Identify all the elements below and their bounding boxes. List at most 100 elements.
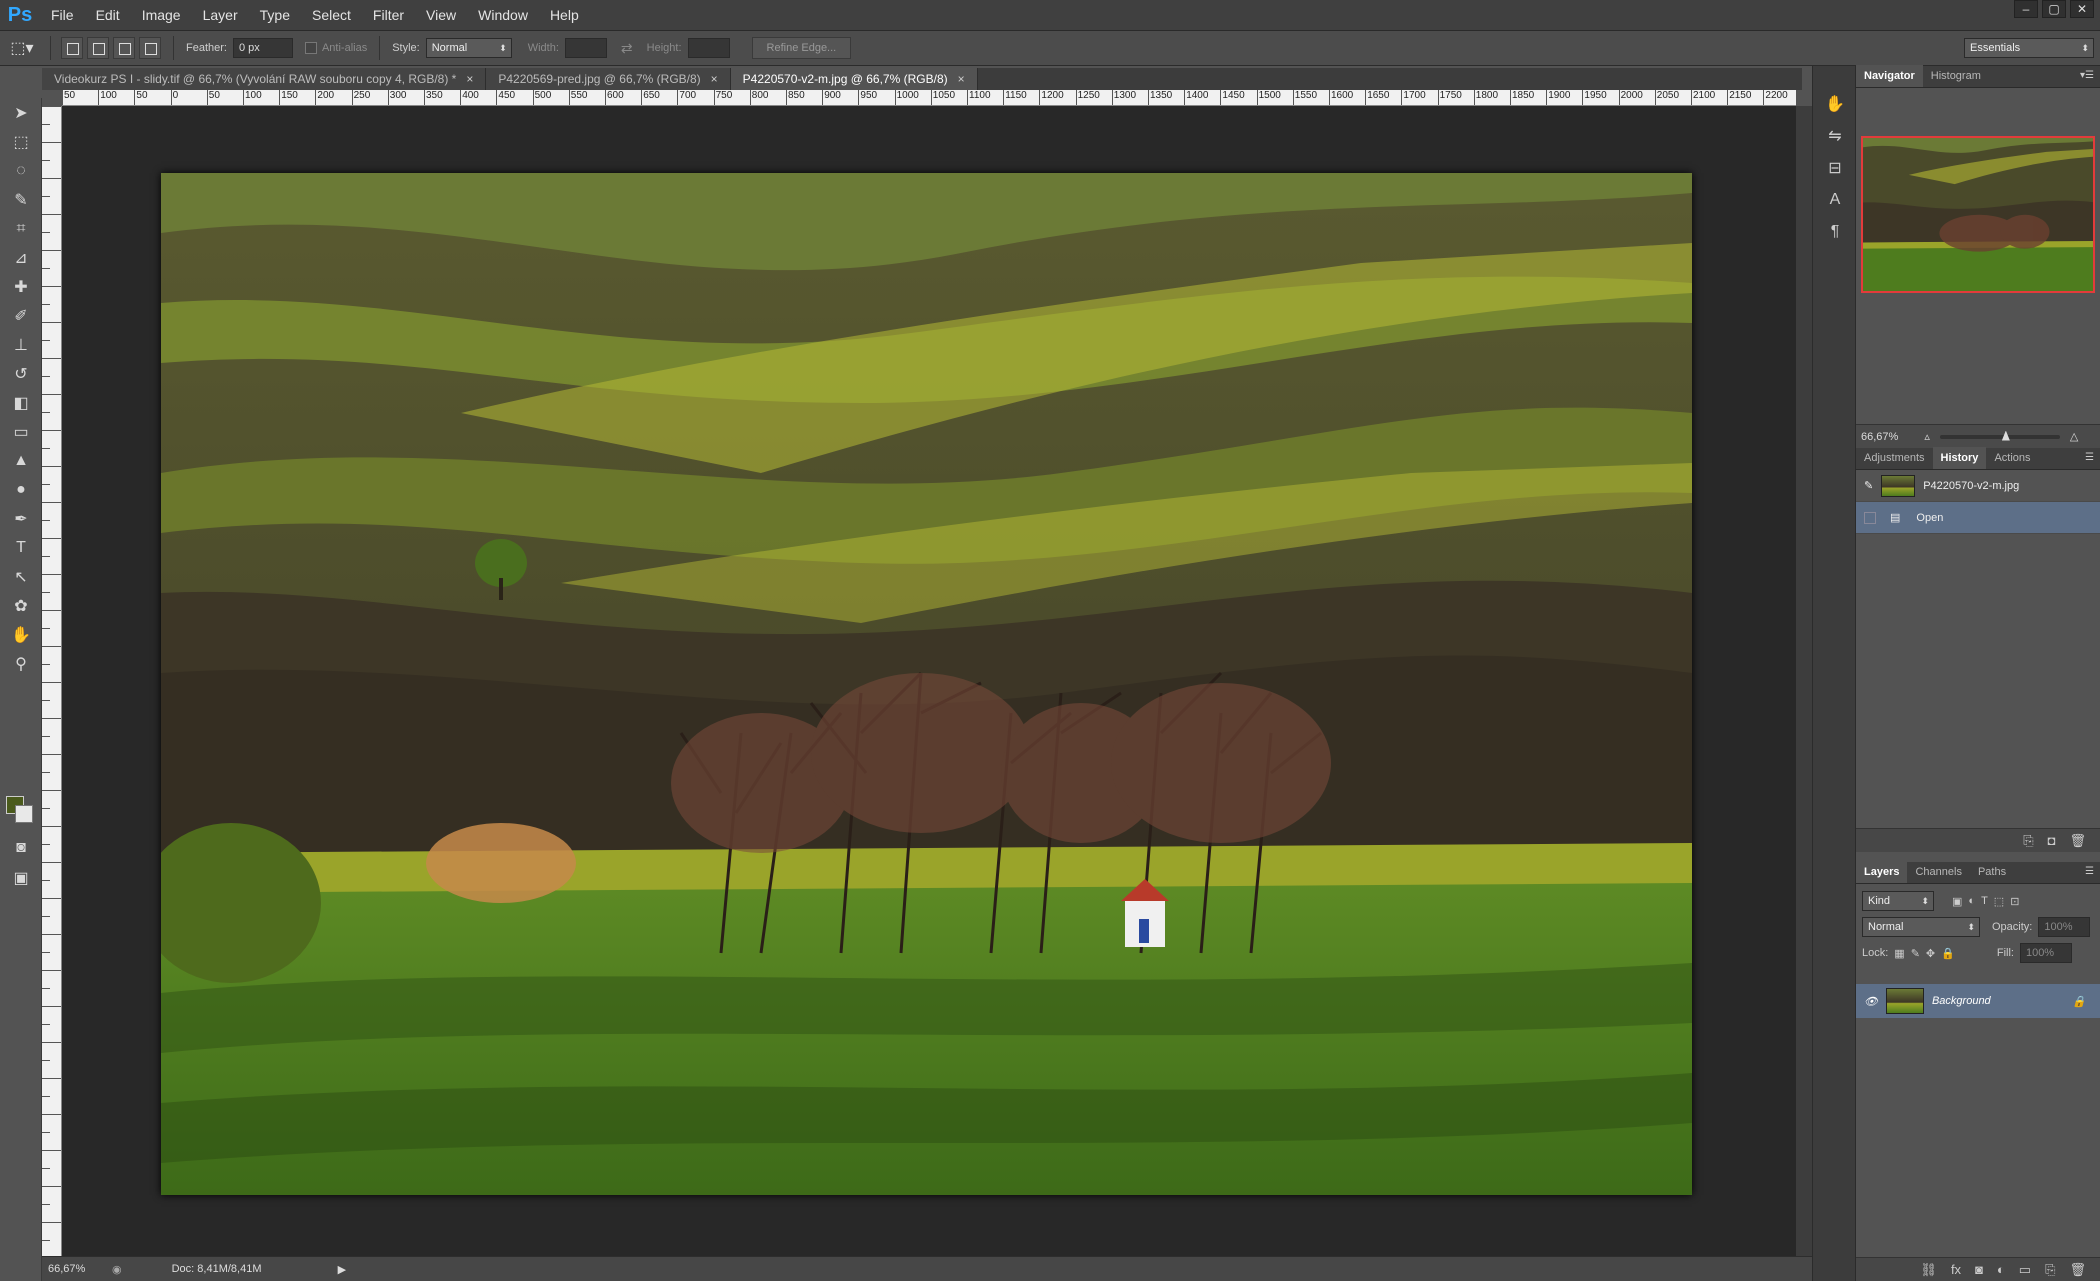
filter-adjustment-icon[interactable]: ◐ bbox=[1968, 895, 1975, 907]
style-select[interactable]: Normal bbox=[425, 38, 512, 58]
new-layer-icon[interactable]: ⎘ bbox=[2045, 1262, 2055, 1278]
document-image[interactable] bbox=[161, 173, 1692, 1195]
zoom-in-icon[interactable]: △ bbox=[2070, 430, 2078, 443]
healing-brush-icon[interactable]: ✚ bbox=[0, 272, 42, 301]
adjustment-layer-icon[interactable]: ◐ bbox=[1997, 1262, 2005, 1277]
opacity-input[interactable]: 100% bbox=[2038, 917, 2091, 937]
gradient-tool-icon[interactable]: ▭ bbox=[0, 417, 42, 446]
path-selection-icon[interactable]: ↖ bbox=[0, 562, 42, 591]
eraser-icon[interactable]: ◧ bbox=[0, 388, 42, 417]
new-document-from-state-icon[interactable]: ⎘ bbox=[2023, 833, 2033, 849]
tab-channels[interactable]: Channels bbox=[1907, 861, 1969, 883]
close-button[interactable]: ✕ bbox=[2070, 0, 2094, 18]
tab-history[interactable]: History bbox=[1932, 447, 1987, 469]
height-input[interactable] bbox=[687, 38, 730, 58]
quick-selection-icon[interactable]: ✎ bbox=[0, 185, 42, 214]
link-layers-icon[interactable]: ⛓ bbox=[1920, 1262, 1937, 1278]
navigator-zoom-value[interactable]: 66,67% bbox=[1861, 431, 1898, 443]
menu-edit[interactable]: Edit bbox=[85, 0, 131, 31]
hand-tool-icon[interactable]: ✋ bbox=[0, 620, 42, 649]
snapshot-camera-icon[interactable]: ◘ bbox=[2048, 833, 2056, 848]
tab-layers[interactable]: Layers bbox=[1856, 861, 1908, 883]
delete-layer-icon[interactable]: 🗑 bbox=[2069, 1262, 2086, 1278]
panel-menu-icon[interactable]: ▾☰ bbox=[2080, 70, 2094, 81]
vertical-scrollbar[interactable] bbox=[1796, 106, 1812, 1256]
layer-filter-kind[interactable]: Kind bbox=[1862, 891, 1934, 911]
filter-smart-object-icon[interactable]: ⊡ bbox=[2010, 895, 2019, 908]
lasso-tool-icon[interactable]: ◌ bbox=[0, 156, 42, 185]
lock-all-icon[interactable]: 🔒 bbox=[1941, 947, 1955, 960]
delete-state-icon[interactable]: 🗑 bbox=[2069, 833, 2086, 849]
eyedropper-icon[interactable]: ⊿ bbox=[0, 243, 42, 272]
menu-filter[interactable]: Filter bbox=[362, 0, 415, 31]
menu-image[interactable]: Image bbox=[131, 0, 192, 31]
restore-button[interactable]: ▢ bbox=[2042, 0, 2066, 18]
status-info-icon[interactable]: ◉ bbox=[112, 1263, 122, 1276]
menu-type[interactable]: Type bbox=[249, 0, 301, 31]
zoom-out-icon[interactable]: ▵ bbox=[1924, 430, 1930, 443]
character-panel-icon[interactable]: A bbox=[1813, 184, 1857, 216]
close-tab-icon[interactable]: × bbox=[466, 68, 473, 90]
close-tab-icon[interactable]: × bbox=[958, 68, 965, 90]
marquee-tool-preset-icon[interactable]: ⬚▾ bbox=[0, 31, 44, 66]
filter-type-icon[interactable]: T bbox=[1981, 895, 1988, 907]
crop-tool-icon[interactable]: ⌗ bbox=[0, 214, 42, 243]
status-menu-arrow-icon[interactable]: ▶ bbox=[338, 1263, 346, 1276]
move-tool-icon[interactable]: ➤ bbox=[0, 98, 42, 127]
refine-edge-button[interactable]: Refine Edge... bbox=[751, 37, 852, 59]
width-input[interactable] bbox=[564, 38, 607, 58]
lock-transparent-icon[interactable]: ▦ bbox=[1894, 947, 1904, 960]
brush-presets-icon[interactable]: ⇋ bbox=[1813, 120, 1857, 152]
visibility-eye-icon[interactable]: 👁 bbox=[1864, 995, 1878, 1008]
menu-help[interactable]: Help bbox=[539, 0, 590, 31]
lock-position-icon[interactable]: ✥ bbox=[1926, 947, 1935, 960]
dodge-tool-icon[interactable]: ● bbox=[0, 475, 42, 504]
menu-window[interactable]: Window bbox=[467, 0, 539, 31]
navigator-preview[interactable] bbox=[1861, 136, 2095, 293]
close-tab-icon[interactable]: × bbox=[711, 68, 718, 90]
rectangular-marquee-icon[interactable]: ⬚ bbox=[0, 127, 42, 156]
lock-pixels-icon[interactable]: ✎ bbox=[1911, 947, 1920, 960]
intersect-selection-icon[interactable] bbox=[139, 37, 161, 59]
menu-select[interactable]: Select bbox=[301, 0, 362, 31]
tab-paths[interactable]: Paths bbox=[1970, 861, 2014, 883]
clone-stamp-icon[interactable]: ⊥ bbox=[0, 330, 42, 359]
history-state[interactable]: ▤ Open bbox=[1856, 502, 2100, 534]
tab-document-3[interactable]: P4220570-v2-m.jpg @ 66,7% (RGB/8) × bbox=[730, 68, 978, 90]
menu-view[interactable]: View bbox=[415, 0, 467, 31]
feather-input[interactable]: 0 px bbox=[232, 38, 293, 58]
tab-document-1[interactable]: Videokurz PS I - slidy.tif @ 66,7% (Vyvo… bbox=[42, 68, 487, 90]
fill-input[interactable]: 100% bbox=[2019, 943, 2072, 963]
zoom-level[interactable]: 66,67% bbox=[48, 1263, 98, 1275]
tool-presets-icon[interactable]: ✋ bbox=[1813, 88, 1857, 120]
blur-tool-icon[interactable]: ▲ bbox=[0, 446, 42, 475]
panel-menu-icon[interactable]: ☰ bbox=[2085, 866, 2094, 877]
paragraph-panel-icon[interactable]: ¶ bbox=[1813, 216, 1857, 248]
add-mask-icon[interactable]: ◙ bbox=[1975, 1262, 1983, 1277]
tab-navigator[interactable]: Navigator bbox=[1856, 65, 1923, 87]
tab-histogram[interactable]: Histogram bbox=[1923, 65, 1989, 87]
zoom-slider[interactable] bbox=[1939, 430, 2060, 441]
pen-tool-icon[interactable]: ✒ bbox=[0, 504, 42, 533]
layer-effects-icon[interactable]: fx bbox=[1951, 1262, 1961, 1277]
tab-actions[interactable]: Actions bbox=[1986, 447, 2038, 469]
background-color-swatch[interactable] bbox=[15, 805, 33, 823]
subtract-selection-icon[interactable] bbox=[113, 37, 135, 59]
history-brush-icon[interactable]: ↺ bbox=[0, 359, 42, 388]
filter-pixel-icon[interactable]: ▣ bbox=[1952, 895, 1962, 908]
canvas-area[interactable] bbox=[62, 106, 1796, 1256]
new-group-icon[interactable]: ▭ bbox=[2019, 1262, 2031, 1278]
workspace-select[interactable]: Essentials bbox=[1964, 38, 2094, 58]
tab-adjustments[interactable]: Adjustments bbox=[1856, 447, 1933, 469]
blend-mode-select[interactable]: Normal bbox=[1862, 917, 1980, 937]
quick-mask-icon[interactable]: ◙ bbox=[0, 833, 42, 862]
type-tool-icon[interactable]: T bbox=[0, 533, 42, 562]
layer-row[interactable]: 👁 Background 🔒 bbox=[1856, 984, 2100, 1018]
zoom-tool-icon[interactable]: ⚲ bbox=[0, 649, 42, 678]
shape-tool-icon[interactable]: ✿ bbox=[0, 591, 42, 620]
antialias-checkbox[interactable] bbox=[304, 42, 317, 54]
swap-dimensions-icon[interactable]: ⇄ bbox=[621, 40, 633, 57]
new-selection-icon[interactable] bbox=[61, 37, 83, 59]
filter-shape-icon[interactable]: ⬚ bbox=[1994, 895, 2004, 908]
tab-document-2[interactable]: P4220569-pred.jpg @ 66,7% (RGB/8) × bbox=[486, 68, 731, 90]
